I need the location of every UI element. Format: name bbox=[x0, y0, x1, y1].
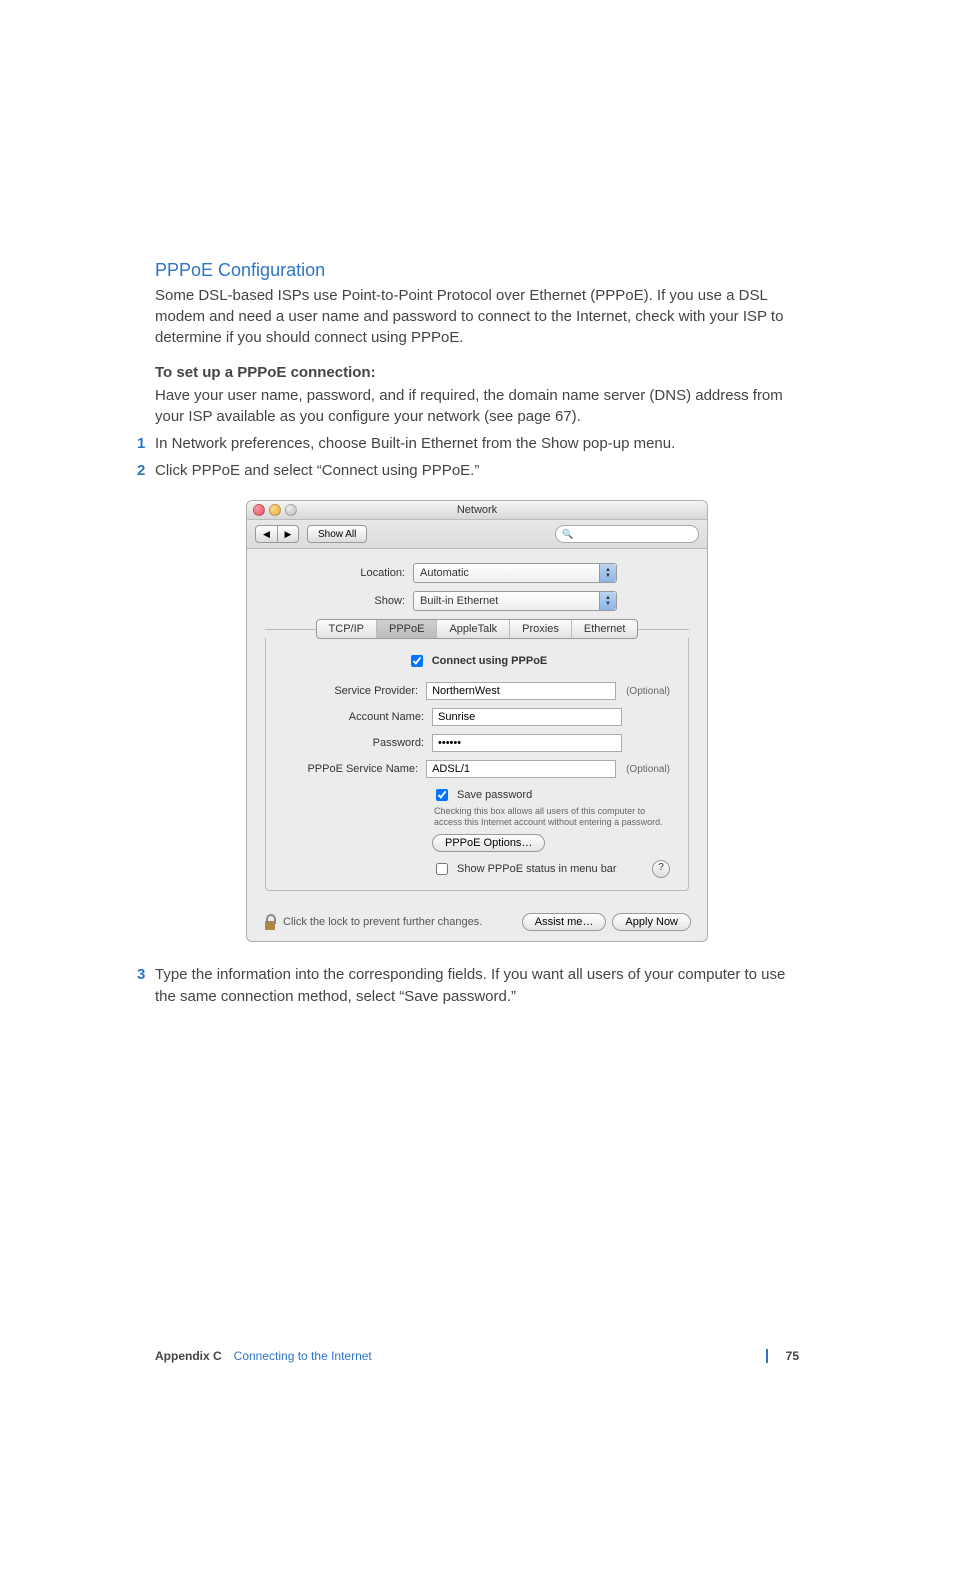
service-provider-label: Service Provider: bbox=[284, 685, 426, 697]
zoom-icon[interactable] bbox=[285, 504, 297, 516]
search-icon: 🔍 bbox=[562, 529, 573, 540]
intro-paragraph: Some DSL-based ISPs use Point-to-Point P… bbox=[155, 285, 799, 348]
window-traffic-lights[interactable] bbox=[253, 504, 297, 516]
footer-page-number: 75 bbox=[766, 1349, 799, 1363]
show-status-input[interactable] bbox=[436, 863, 448, 875]
forward-button[interactable]: ▶ bbox=[277, 525, 299, 543]
window-title: Network bbox=[457, 504, 497, 516]
updown-icon: ▲▼ bbox=[599, 592, 616, 610]
back-button[interactable]: ◀ bbox=[255, 525, 277, 543]
search-field[interactable] bbox=[573, 528, 709, 541]
save-password-label: Save password bbox=[457, 789, 532, 801]
show-label: Show: bbox=[265, 595, 413, 607]
pppoe-options-button[interactable]: PPPoE Options… bbox=[432, 834, 545, 852]
account-name-input[interactable] bbox=[432, 708, 622, 726]
network-preferences-window: Network ◀ ▶ Show All 🔍 Location: Automat… bbox=[246, 500, 708, 942]
password-input[interactable] bbox=[432, 734, 622, 752]
tab-appletalk[interactable]: AppleTalk bbox=[437, 620, 510, 638]
show-select[interactable]: Built-in Ethernet ▲▼ bbox=[413, 591, 617, 611]
section-heading: PPPoE Configuration bbox=[155, 260, 799, 281]
pppoe-service-optional: (Optional) bbox=[626, 764, 670, 775]
pppoe-service-name-label: PPPoE Service Name: bbox=[284, 763, 426, 775]
save-password-hint: Checking this box allows all users of th… bbox=[434, 806, 670, 828]
location-value: Automatic bbox=[420, 567, 469, 579]
step-2: 2Click PPPoE and select “Connect using P… bbox=[155, 460, 799, 483]
pppoe-service-name-input[interactable] bbox=[426, 760, 616, 778]
search-input[interactable]: 🔍 bbox=[555, 525, 699, 543]
connect-checkbox-input[interactable] bbox=[411, 655, 423, 667]
window-toolbar: ◀ ▶ Show All 🔍 bbox=[247, 520, 707, 549]
tab-ethernet[interactable]: Ethernet bbox=[572, 620, 638, 638]
close-icon[interactable] bbox=[253, 504, 265, 516]
howto-body: Have your user name, password, and if re… bbox=[155, 385, 799, 427]
password-label: Password: bbox=[284, 737, 432, 749]
connect-using-pppoe-checkbox[interactable]: Connect using PPPoE bbox=[407, 652, 548, 670]
save-password-checkbox[interactable]: Save password bbox=[432, 786, 532, 804]
show-status-label: Show PPPoE status in menu bar bbox=[457, 863, 617, 875]
save-password-input[interactable] bbox=[436, 789, 448, 801]
step-3-text: Type the information into the correspond… bbox=[155, 966, 785, 1006]
location-select[interactable]: Automatic ▲▼ bbox=[413, 563, 617, 583]
help-button[interactable]: ? bbox=[652, 860, 670, 878]
tab-strip: TCP/IP PPPoE AppleTalk Proxies Ethernet bbox=[316, 619, 639, 639]
page-footer: Appendix C Connecting to the Internet 75 bbox=[155, 1349, 799, 1363]
footer-chapter: Connecting to the Internet bbox=[234, 1349, 372, 1363]
service-provider-input[interactable] bbox=[426, 682, 616, 700]
step-2-text: Click PPPoE and select “Connect using PP… bbox=[155, 462, 479, 479]
step-3: 3Type the information into the correspon… bbox=[155, 964, 799, 1009]
connect-label: Connect using PPPoE bbox=[432, 655, 548, 667]
lock-icon[interactable] bbox=[263, 914, 277, 930]
minimize-icon[interactable] bbox=[269, 504, 281, 516]
assist-me-button[interactable]: Assist me… bbox=[522, 913, 607, 931]
service-provider-optional: (Optional) bbox=[626, 686, 670, 697]
tab-tcpip[interactable]: TCP/IP bbox=[317, 620, 377, 638]
apply-now-button[interactable]: Apply Now bbox=[612, 913, 691, 931]
tab-proxies[interactable]: Proxies bbox=[510, 620, 572, 638]
howto-heading: To set up a PPPoE connection: bbox=[155, 362, 799, 383]
window-titlebar: Network bbox=[247, 501, 707, 520]
updown-icon: ▲▼ bbox=[599, 564, 616, 582]
lock-text: Click the lock to prevent further change… bbox=[283, 916, 482, 928]
tab-pppoe[interactable]: PPPoE bbox=[377, 620, 437, 638]
account-name-label: Account Name: bbox=[284, 711, 432, 723]
step-1: 1In Network preferences, choose Built-in… bbox=[155, 433, 799, 456]
location-label: Location: bbox=[265, 567, 413, 579]
footer-appendix: Appendix C bbox=[155, 1349, 222, 1363]
show-status-menubar-checkbox[interactable]: Show PPPoE status in menu bar bbox=[432, 860, 617, 878]
step-1-text: In Network preferences, choose Built-in … bbox=[155, 435, 675, 452]
show-value: Built-in Ethernet bbox=[420, 595, 498, 607]
show-all-button[interactable]: Show All bbox=[307, 525, 367, 543]
